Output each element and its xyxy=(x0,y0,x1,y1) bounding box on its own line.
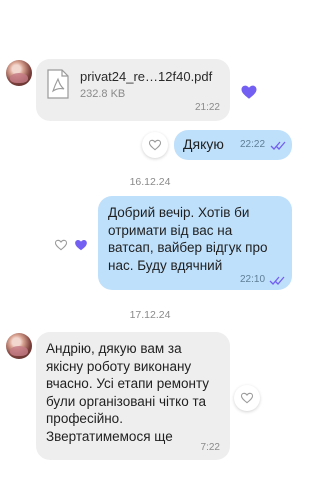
message-line: Добрий вечір. Хотів би xyxy=(108,205,250,220)
heart-reaction-button[interactable] xyxy=(68,232,94,258)
outgoing-message[interactable]: Дякую 22:22 xyxy=(174,130,292,160)
message-text: Андрію, дякую вам за якісну роботу викон… xyxy=(46,340,228,445)
message-text: Добрий вечір. Хотів би отримати від вас … xyxy=(108,204,288,274)
read-ticks-icon xyxy=(270,141,286,150)
pdf-file-icon xyxy=(47,69,69,99)
heart-outline-icon xyxy=(54,239,68,251)
message-line: вчасно. Усі етапи ремонту xyxy=(46,376,210,391)
read-ticks-icon xyxy=(269,276,285,285)
date-separator: 17.12.24 xyxy=(129,309,171,321)
outgoing-message[interactable]: Добрий вечір. Хотів би отримати від вас … xyxy=(98,196,292,290)
heart-outline-icon xyxy=(148,139,162,151)
message-time: 7:22 xyxy=(200,442,220,453)
message-line: Андрію, дякую вам за xyxy=(46,341,182,356)
message-line: якісну роботу виконану xyxy=(46,358,192,374)
heart-reaction-button[interactable] xyxy=(234,385,260,411)
heart-outline-icon xyxy=(240,392,254,404)
message-time: 22:22 xyxy=(240,139,266,150)
heart-filled-icon xyxy=(75,240,87,251)
message-time: 22:10 xyxy=(240,274,266,285)
message-line: професійно. xyxy=(46,411,123,426)
incoming-file-message[interactable]: privat24_re…12f40.pdf 232.8 KB 21:22 xyxy=(36,59,230,121)
heart-reaction-button[interactable] xyxy=(236,79,262,105)
incoming-message[interactable]: Андрію, дякую вам за якісну роботу викон… xyxy=(36,332,230,460)
heart-reaction-button[interactable] xyxy=(142,132,168,158)
message-line: отримати від вас на xyxy=(108,222,233,238)
sender-avatar[interactable] xyxy=(6,333,32,359)
heart-filled-icon xyxy=(241,85,257,99)
message-line: нас. Буду вдячний xyxy=(108,257,223,273)
file-size: 232.8 KB xyxy=(80,88,126,100)
date-separator: 16.12.24 xyxy=(129,176,171,188)
message-line: ватсап, вайбер відгук про xyxy=(108,240,268,255)
message-line: були організовані чітко та xyxy=(46,393,207,409)
message-text: Дякую xyxy=(183,136,224,152)
sender-avatar[interactable] xyxy=(6,60,32,86)
file-name: privat24_re…12f40.pdf xyxy=(80,69,213,84)
message-time: 21:22 xyxy=(194,102,220,113)
